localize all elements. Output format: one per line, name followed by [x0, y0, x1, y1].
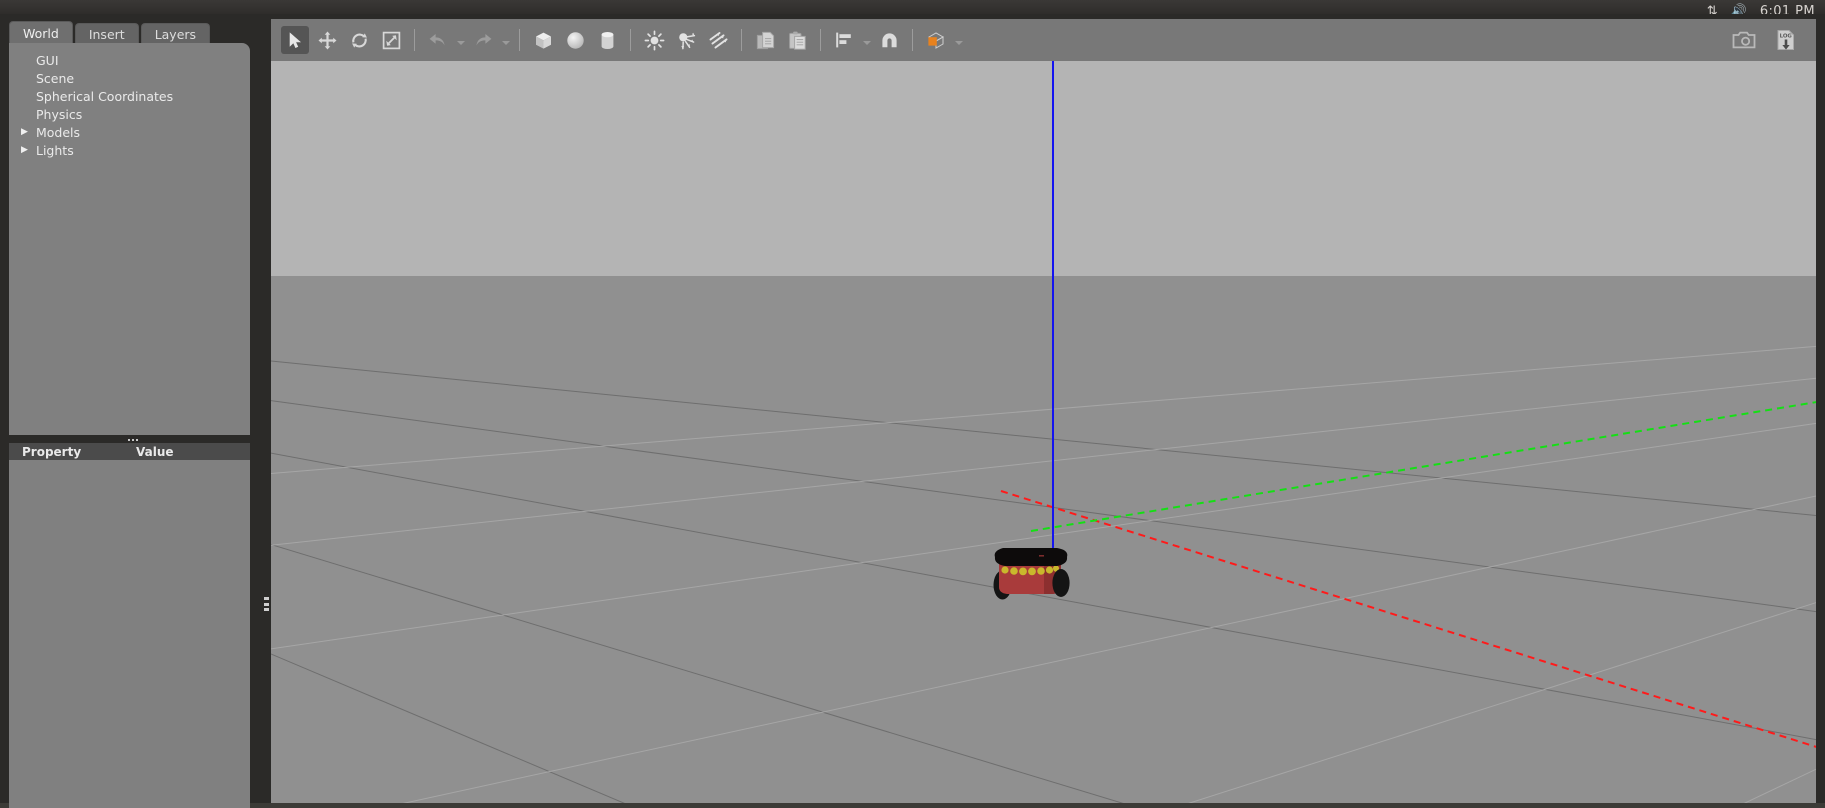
snap-magnet-icon[interactable] [875, 26, 903, 54]
tree-item-label: Models [36, 124, 81, 140]
property-table-header: Property Value [9, 443, 250, 460]
log-record-icon[interactable]: LOG [1772, 26, 1800, 54]
network-icon[interactable]: ⇅ [1707, 5, 1718, 14]
tree-item-label: Lights [36, 142, 74, 158]
paste-icon[interactable] [783, 26, 811, 54]
align-icon[interactable] [830, 26, 858, 54]
tab-insert[interactable]: Insert [74, 23, 139, 45]
left-panel-tab-strip: World Insert Layers [9, 19, 212, 45]
system-clock[interactable]: 6:01 PM [1760, 5, 1815, 14]
cylinder-icon[interactable] [593, 26, 621, 54]
ground-grid [271, 61, 1816, 803]
sphere-icon[interactable] [561, 26, 589, 54]
redo-icon[interactable] [469, 26, 497, 54]
spot-light-icon[interactable] [672, 26, 700, 54]
left-dock-panel: World Insert Layers ▶ GUI ▶ Scene ▶ Sphe… [9, 19, 262, 808]
expander-icon[interactable]: ▶ [21, 127, 34, 137]
column-header-value[interactable]: Value [136, 445, 250, 459]
screenshot-camera-icon[interactable] [1730, 26, 1758, 54]
box-icon[interactable] [529, 26, 557, 54]
gazebo-window: World Insert Layers ▶ GUI ▶ Scene ▶ Sphe… [0, 14, 1825, 808]
view-angle-cube-icon[interactable] [922, 26, 950, 54]
tree-item-label: Scene [36, 70, 75, 86]
scale-icon[interactable] [377, 26, 405, 54]
wheel-right [1052, 569, 1070, 597]
redo-dropdown-caret[interactable] [499, 26, 512, 54]
toolbar-separator [912, 29, 913, 51]
expander-icon[interactable]: ▶ [21, 145, 34, 155]
toolbar-separator [820, 29, 821, 51]
tab-insert-label: Insert [88, 27, 125, 42]
translate-icon[interactable] [313, 26, 341, 54]
tree-item-gui[interactable]: ▶ GUI [9, 51, 250, 69]
toolbar-separator [414, 29, 415, 51]
toolbar-separator [519, 29, 520, 51]
tree-item-models[interactable]: ▶ Models [9, 123, 250, 141]
tree-item-physics[interactable]: ▶ Physics [9, 105, 250, 123]
property-panel: Property Value [9, 443, 250, 808]
render-viewport-3d[interactable] [271, 61, 1816, 803]
svg-text:LOG: LOG [1780, 33, 1793, 39]
tab-layers[interactable]: Layers [140, 23, 211, 45]
toolbar-separator [630, 29, 631, 51]
system-top-panel: ⇅ 🔊 6:01 PM [0, 0, 1825, 14]
column-header-property[interactable]: Property [9, 445, 136, 459]
expander-icon: ▶ [21, 56, 34, 65]
expander-icon: ▶ [21, 110, 34, 119]
undo-dropdown-caret[interactable] [454, 26, 467, 54]
directional-light-icon[interactable] [704, 26, 732, 54]
top-plate [994, 548, 1068, 566]
undo-icon[interactable] [424, 26, 452, 54]
align-dropdown-caret[interactable] [860, 26, 873, 54]
world-tree: ▶ GUI ▶ Scene ▶ Spherical Coordinates ▶ … [9, 43, 250, 435]
pioneer2dx-robot[interactable] [989, 543, 1079, 611]
select-arrow-icon[interactable] [281, 26, 309, 54]
tree-item-lights[interactable]: ▶ Lights [9, 141, 250, 159]
main-toolbar: LOG [271, 19, 1816, 61]
rotate-icon[interactable] [345, 26, 373, 54]
tree-item-label: Spherical Coordinates [36, 88, 174, 104]
copy-icon[interactable] [751, 26, 779, 54]
vertical-splitter[interactable] [262, 19, 271, 803]
tab-world[interactable]: World [9, 21, 73, 45]
tab-layers-label: Layers [154, 27, 197, 42]
tree-item-scene[interactable]: ▶ Scene [9, 69, 250, 87]
tab-world-label: World [23, 26, 59, 41]
volume-icon[interactable]: 🔊 [1731, 5, 1747, 14]
tree-item-label: GUI [36, 52, 59, 68]
point-light-icon[interactable] [640, 26, 668, 54]
vertical-splitter-handle[interactable] [264, 597, 269, 611]
tree-item-label: Physics [36, 106, 83, 122]
horizontal-splitter-handle[interactable] [125, 436, 141, 443]
view-angle-dropdown-caret[interactable] [952, 26, 965, 54]
expander-icon: ▶ [21, 92, 34, 101]
expander-icon: ▶ [21, 74, 34, 83]
toolbar-separator [741, 29, 742, 51]
toolbar-right-group: LOG [1728, 26, 1816, 54]
tree-item-spherical-coordinates[interactable]: ▶ Spherical Coordinates [9, 87, 250, 105]
